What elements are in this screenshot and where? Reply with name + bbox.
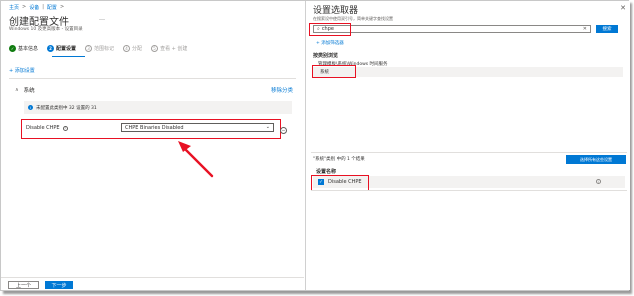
breadcrumb-separator: > <box>22 4 27 10</box>
step-configuration-settings[interactable]: 2 配置设置 <box>47 45 76 52</box>
create-profile-pane: 主页 > 设备 | 配置 > 创建配置文件 … Windows 10 及更高版本… <box>1 1 304 290</box>
check-icon: ✓ <box>9 45 16 52</box>
chevron-down-icon: ⌄ <box>265 124 270 130</box>
breadcrumb: 主页 > 设备 | 配置 > <box>9 4 64 11</box>
page-subtitle: Windows 10 及更高版本 - 设置目录 <box>9 27 83 32</box>
add-settings-link[interactable]: + 添加设置 <box>9 67 35 74</box>
footer-divider <box>1 277 304 278</box>
info-icon: i <box>28 105 33 110</box>
setting-label: Disable CHPE i <box>26 125 68 131</box>
breadcrumb-home[interactable]: 主页 <box>9 4 19 11</box>
info-icon[interactable]: i <box>62 125 68 131</box>
info-banner-text: 未配置此类别中 32 设置的 31 <box>36 105 97 111</box>
divider <box>311 190 627 191</box>
setting-value-dropdown[interactable]: CHPE Binaries Disabled ⌄ <box>121 123 274 132</box>
window-frame: 主页 > 设备 | 配置 > 创建配置文件 … Windows 10 及更高版本… <box>0 0 630 291</box>
breadcrumb-separator: > <box>59 4 65 10</box>
setting-row-highlight: Disable CHPE i CHPE Binaries Disabled ⌄ <box>21 119 281 139</box>
browse-by-category-heading: 按类别浏览 <box>313 53 339 59</box>
step-number-badge: 3 <box>85 45 93 52</box>
search-input[interactable]: ⌕ chpe ✕ <box>313 25 591 33</box>
more-options-icon[interactable]: … <box>99 15 105 22</box>
remove-setting-icon[interactable]: − <box>280 127 287 134</box>
results-count: "系统"类别 中的 1 个结果 <box>313 157 365 162</box>
breadcrumb-devices[interactable]: 设备 <box>29 4 39 11</box>
chevron-up-icon[interactable]: ∧ <box>15 87 19 93</box>
select-all-button[interactable]: 选择所有这些设置 <box>566 155 626 164</box>
divider <box>9 78 296 79</box>
step-review-create[interactable]: 5 查看 + 创建 <box>151 45 187 52</box>
breadcrumb-separator: | <box>42 4 44 10</box>
step-label: 配置设置 <box>56 46 77 52</box>
result-highlight-box <box>311 175 369 191</box>
column-header-setting-name: 设置名称 <box>316 169 337 175</box>
info-banner: i 未配置此类别中 32 设置的 31 <box>24 101 292 114</box>
picker-hint: 在搜索设中使用双引号，简单关键字查找设置 <box>313 16 393 21</box>
setting-name: Disable CHPE <box>26 125 60 131</box>
search-button[interactable]: 搜索 <box>596 25 618 33</box>
step-number-badge: 5 <box>151 45 159 52</box>
next-button[interactable]: 下一步 <box>45 281 73 289</box>
step-label: 范围标记 <box>94 46 115 52</box>
add-filter-link[interactable]: + 添加筛选器 <box>316 40 344 46</box>
step-label: 查看 + 创建 <box>160 46 188 52</box>
category-section-header[interactable]: ∧ 系统 移除分类 <box>15 86 295 94</box>
step-number-badge: 4 <box>123 45 131 52</box>
dropdown-selected-value: CHPE Binaries Disabled <box>125 124 184 131</box>
remove-category-link[interactable]: 移除分类 <box>271 86 293 94</box>
picker-title: 设置选取器 <box>313 6 359 16</box>
previous-button[interactable]: 上一个 <box>8 281 39 289</box>
step-assignments[interactable]: 4 分配 <box>123 45 142 52</box>
active-step-underline <box>52 56 85 58</box>
step-scope-tags[interactable]: 3 范围标记 <box>85 45 114 52</box>
step-label: 基本信息 <box>18 46 39 52</box>
step-label: 分配 <box>132 46 143 52</box>
category-name: 系统 <box>23 88 35 94</box>
settings-picker-pane: 设置选取器 ✕ 在搜索设中使用双引号，简单关键字查找设置 ⌕ chpe ✕ 搜索… <box>305 1 630 290</box>
info-icon[interactable]: i <box>596 179 601 184</box>
clear-icon[interactable]: ✕ <box>583 26 587 32</box>
step-basics[interactable]: ✓ 基本信息 <box>9 45 38 52</box>
category-item-selected[interactable] <box>313 67 623 77</box>
breadcrumb-configuration[interactable]: 配置 <box>47 4 57 11</box>
search-highlight-box <box>309 23 351 36</box>
close-icon[interactable]: ✕ <box>620 4 626 12</box>
category-highlight-box <box>312 65 356 78</box>
wizard-steps: ✓ 基本信息 2 配置设置 3 范围标记 4 分配 5 查看 + 创建 <box>9 45 187 52</box>
divider <box>311 152 627 153</box>
step-number-badge: 2 <box>47 45 55 52</box>
